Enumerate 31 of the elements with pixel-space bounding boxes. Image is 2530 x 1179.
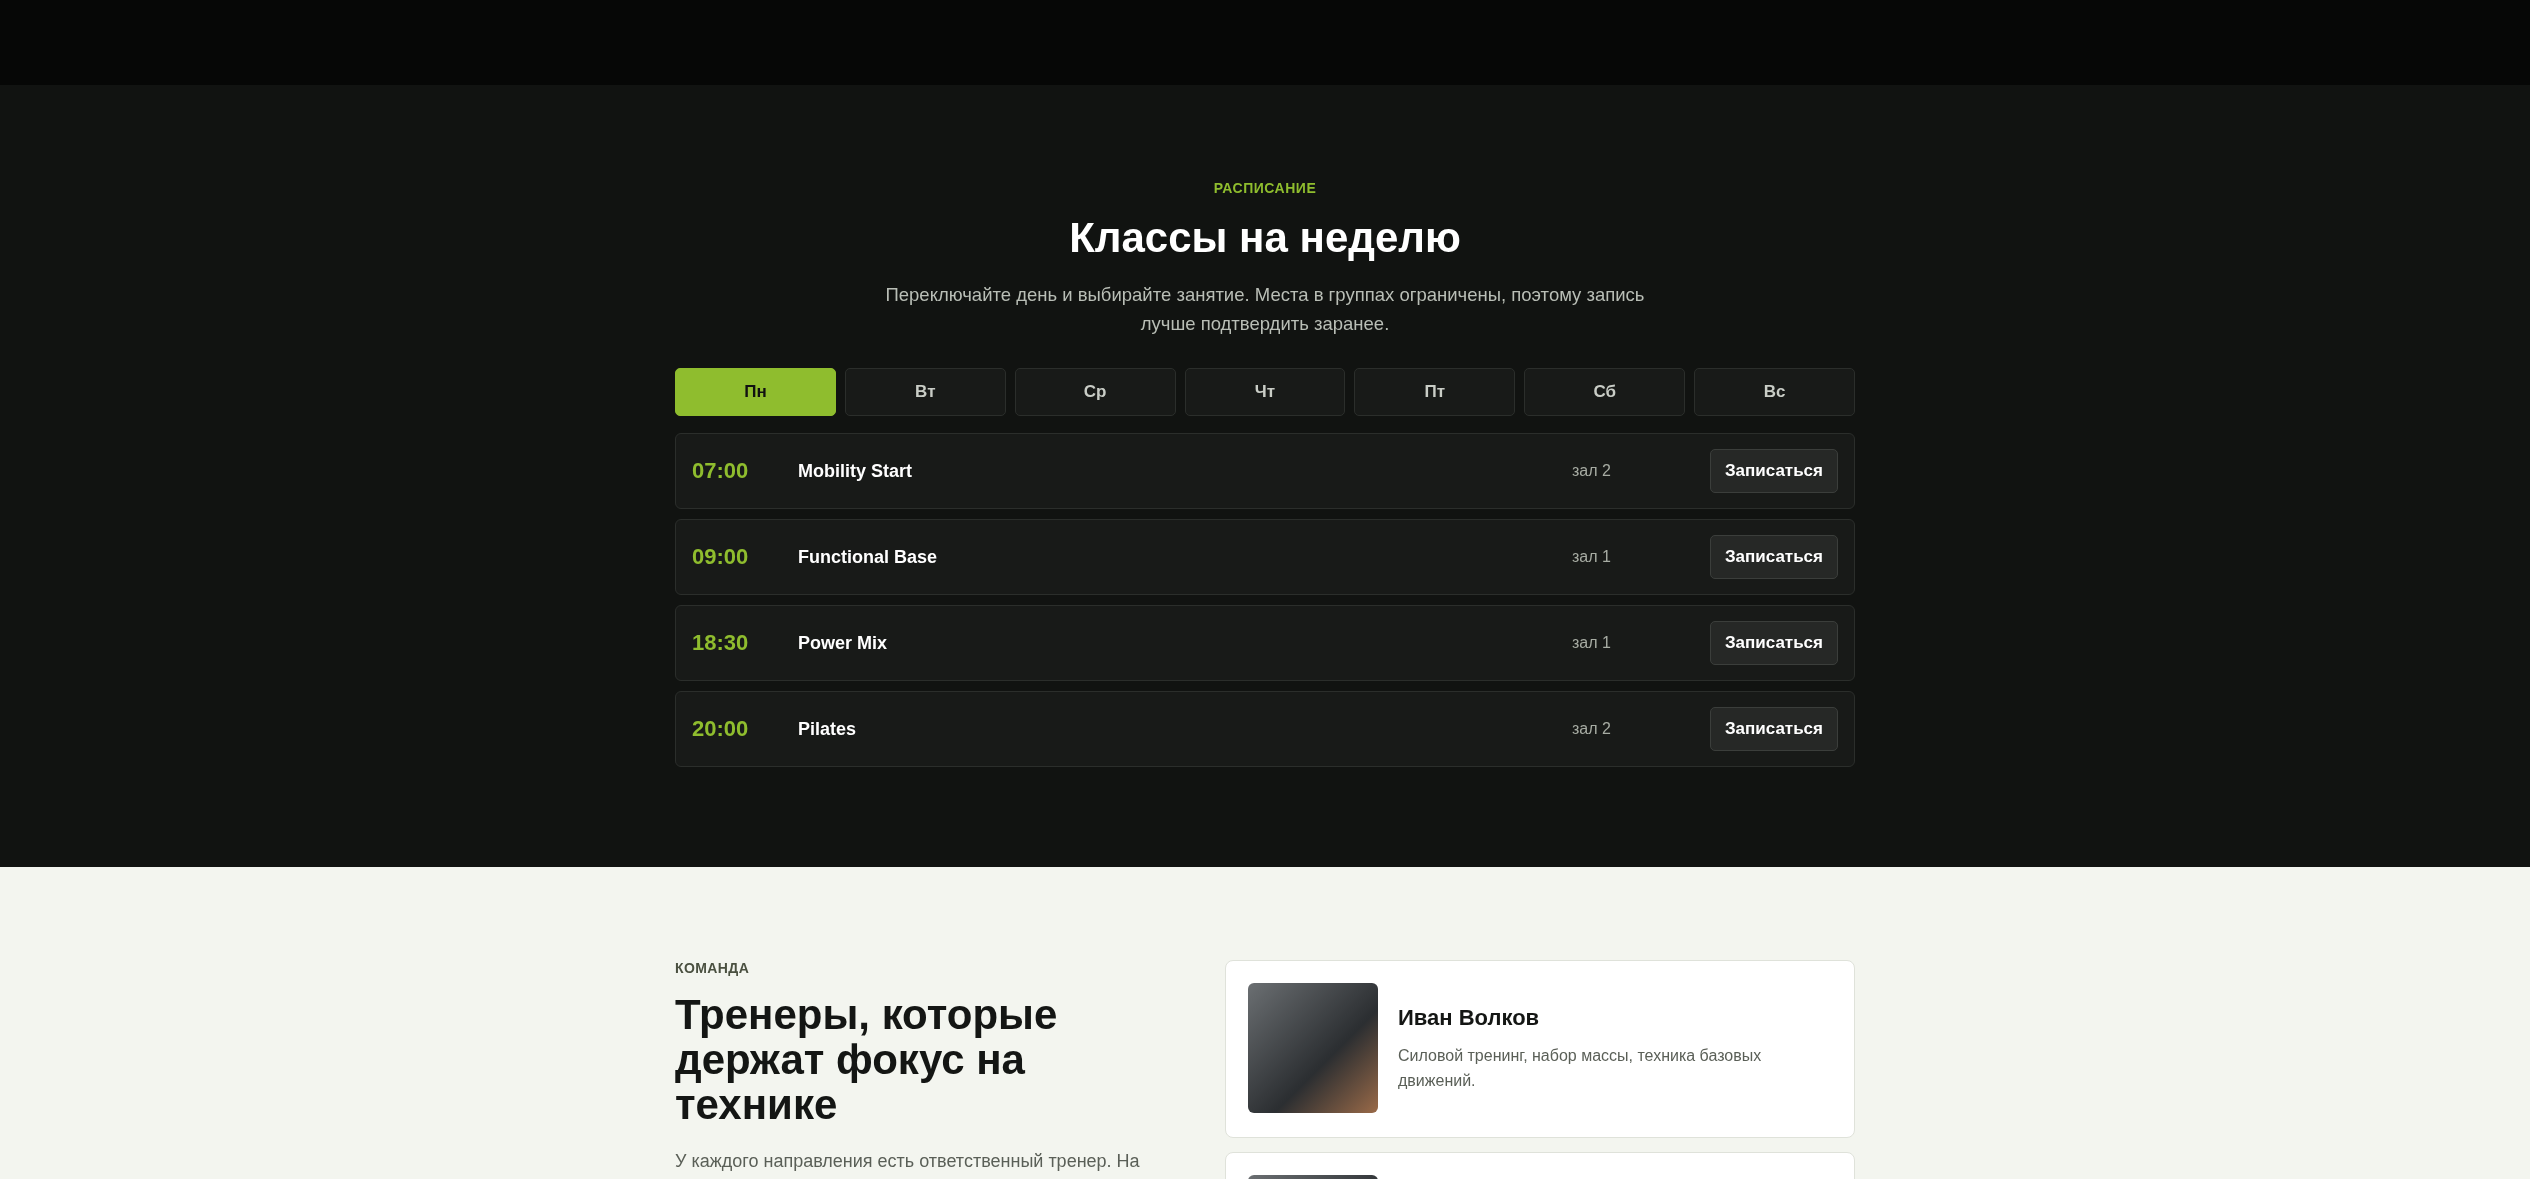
section-subtitle: Переключайте день и выбирайте занятие. Места в группах ограничены, поэтому запись лучше подтвердить заранее. <box>885 283 1645 336</box>
section-intro: У каждого направления есть ответственный тренер. На <box>675 1150 1141 1173</box>
class-time: 07:00 <box>692 458 750 484</box>
section-eyebrow: КОМАНДА <box>675 960 751 976</box>
day-tab[interactable]: Чт <box>1184 368 1346 416</box>
day-tab[interactable]: Пт <box>1354 368 1516 416</box>
signup-button[interactable]: Записаться <box>1709 621 1838 665</box>
day-tab[interactable]: Вс <box>1694 368 1855 416</box>
signup-button[interactable]: Записаться <box>1709 707 1838 751</box>
signup-button[interactable]: Записаться <box>1709 449 1838 493</box>
day-tab[interactable]: Пн <box>675 368 836 416</box>
class-name: Mobility Start <box>798 460 913 482</box>
class-room: зал 1 <box>1571 634 1612 652</box>
trainer-specialty: Силовой тренинг, набор массы, техника базовых движений. <box>1398 1046 1763 1091</box>
section-eyebrow: РАСПИСАНИЕ <box>1213 180 1317 196</box>
class-room: зал 2 <box>1571 720 1612 738</box>
section-title: Классы на неделю <box>1069 214 1461 262</box>
signup-button[interactable]: Записаться <box>1709 535 1838 579</box>
day-tab[interactable]: Сб <box>1524 368 1686 416</box>
section-title: Тренеры, которые держат фокус на технике <box>675 992 1059 1127</box>
class-time: 20:00 <box>692 716 750 742</box>
class-room: зал 2 <box>1571 462 1612 480</box>
class-name: Power Mix <box>798 632 889 654</box>
day-tab[interactable]: Вт <box>844 368 1006 416</box>
trainer-name: Иван Волков <box>1398 1005 1541 1031</box>
class-room: зал 1 <box>1571 548 1612 566</box>
class-time: 09:00 <box>692 544 750 570</box>
day-tab[interactable]: Ср <box>1014 368 1176 416</box>
class-name: Functional Base <box>798 546 939 568</box>
class-name: Pilates <box>798 718 858 740</box>
class-time: 18:30 <box>692 630 750 656</box>
